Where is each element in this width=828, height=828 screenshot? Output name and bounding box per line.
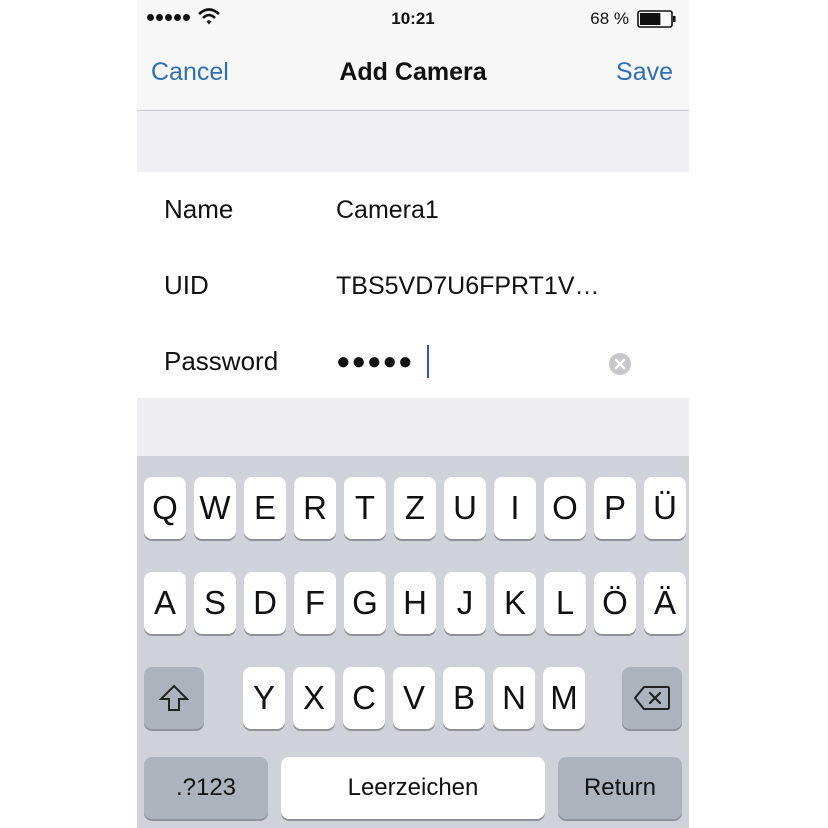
uid-field[interactable]: TBS5VD7U6FPRT1V… <box>336 272 600 301</box>
shift-key[interactable] <box>144 667 204 729</box>
phone-screen: 10:21 68 % Cancel Add Camera Save Name C… <box>137 0 689 828</box>
key-k[interactable]: K <box>494 572 536 634</box>
key-b[interactable]: B <box>443 667 485 729</box>
backspace-icon <box>633 686 670 710</box>
key-d[interactable]: D <box>244 572 286 634</box>
key-p[interactable]: P <box>594 477 636 539</box>
keyboard: .?123 Leerzeichen Return QWERTZUIOPÜ ASDF… <box>137 456 689 828</box>
key-f[interactable]: F <box>294 572 336 634</box>
battery-percent: 68 % <box>590 9 629 28</box>
text-cursor <box>427 345 429 378</box>
page-title: Add Camera <box>339 58 487 86</box>
space-key[interactable]: Leerzeichen <box>281 757 545 819</box>
key-x[interactable]: X <box>293 667 335 729</box>
key-g[interactable]: G <box>344 572 386 634</box>
key-z[interactable]: Z <box>394 477 436 539</box>
name-row[interactable]: Name Camera1 <box>137 172 689 248</box>
key-ä[interactable]: Ä <box>644 572 686 634</box>
save-button[interactable]: Save <box>616 58 673 87</box>
key-l[interactable]: L <box>544 572 586 634</box>
numbers-key[interactable]: .?123 <box>144 757 268 819</box>
password-field[interactable]: ●●●●● <box>336 348 413 376</box>
name-label: Name <box>164 194 234 224</box>
uid-row[interactable]: UID TBS5VD7U6FPRT1V… <box>137 248 689 324</box>
key-n[interactable]: N <box>493 667 535 729</box>
password-row[interactable]: Password ●●●●● <box>137 324 689 400</box>
key-y[interactable]: Y <box>243 667 285 729</box>
key-r[interactable]: R <box>294 477 336 539</box>
battery-icon <box>637 10 676 28</box>
form-footer-space <box>137 398 689 458</box>
key-ü[interactable]: Ü <box>644 477 686 539</box>
navigation-bar: Cancel Add Camera Save <box>137 38 689 111</box>
clear-circle-icon[interactable] <box>608 352 632 376</box>
key-v[interactable]: V <box>393 667 435 729</box>
backspace-key[interactable] <box>622 667 682 729</box>
key-t[interactable]: T <box>344 477 386 539</box>
key-s[interactable]: S <box>194 572 236 634</box>
key-c[interactable]: C <box>343 667 385 729</box>
name-field[interactable]: Camera1 <box>336 196 439 225</box>
key-w[interactable]: W <box>194 477 236 539</box>
key-j[interactable]: J <box>444 572 486 634</box>
status-bar: 10:21 68 % <box>137 0 689 38</box>
key-a[interactable]: A <box>144 572 186 634</box>
key-q[interactable]: Q <box>144 477 186 539</box>
key-u[interactable]: U <box>444 477 486 539</box>
key-ö[interactable]: Ö <box>594 572 636 634</box>
key-m[interactable]: M <box>543 667 585 729</box>
shift-arrow-icon <box>158 684 190 711</box>
key-e[interactable]: E <box>244 477 286 539</box>
section-spacer <box>137 111 689 172</box>
password-label: Password <box>164 346 279 376</box>
uid-label: UID <box>164 270 209 300</box>
key-o[interactable]: O <box>544 477 586 539</box>
key-h[interactable]: H <box>394 572 436 634</box>
camera-form: Name Camera1 UID TBS5VD7U6FPRT1V… Passwo… <box>137 172 689 398</box>
return-key[interactable]: Return <box>558 757 682 819</box>
key-i[interactable]: I <box>494 477 536 539</box>
